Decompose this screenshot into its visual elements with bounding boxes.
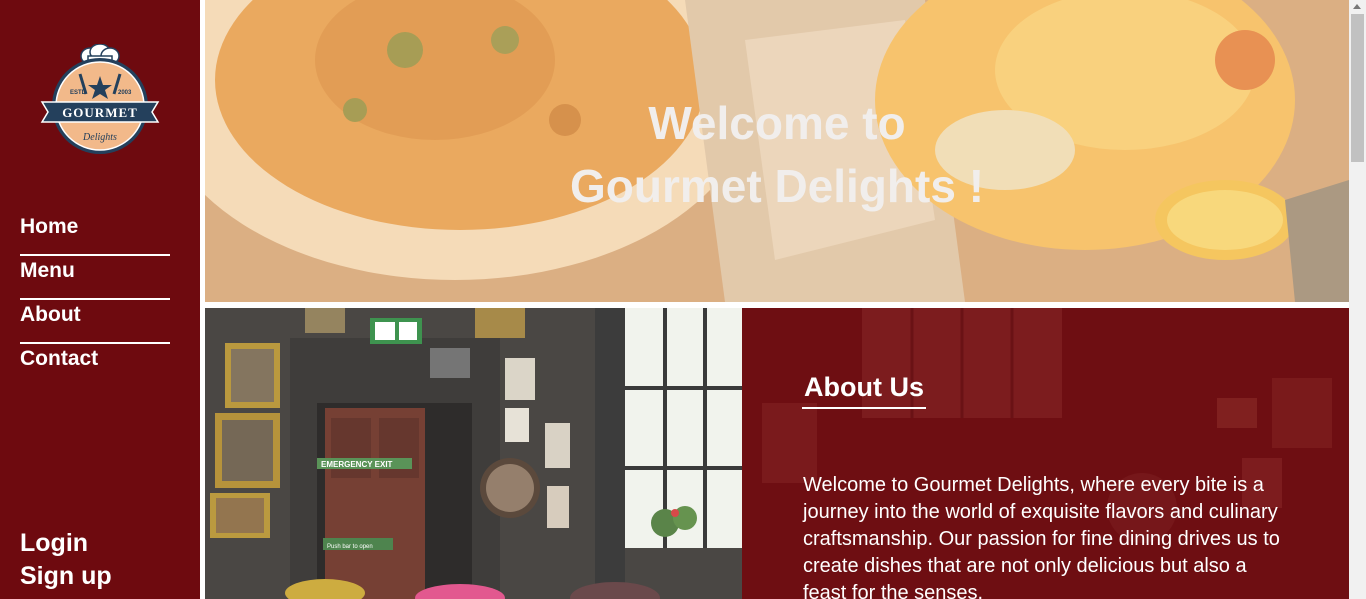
scroll-up-icon[interactable] [1353,4,1361,9]
nav-contact[interactable]: Contact [20,344,170,388]
hero-title-line1: Welcome to [648,97,906,149]
about-panel: About Us Welcome to Gourmet Delights, wh… [742,308,1349,599]
svg-text:Delights: Delights [82,132,117,143]
restaurant-interior-image: EMERGENCY EXIT Push bar to open [205,308,742,599]
about-section: EMERGENCY EXIT Push bar to open [205,308,1349,599]
svg-text:GOURMET: GOURMET [62,105,138,120]
nav-home[interactable]: Home [20,212,170,256]
auth-links: Login Sign up [20,528,112,594]
sidebar: ESTD 2003 GOURMET Delights Home Menu Abo… [0,0,200,599]
page-scrollbar[interactable] [1349,0,1366,599]
svg-text:2003: 2003 [118,90,132,96]
hero-title-line2: Gourmet Delights ! [569,160,985,212]
nav-about[interactable]: About [20,300,170,344]
about-heading: About Us [802,372,926,409]
about-text: Welcome to Gourmet Delights, where every… [803,474,1280,599]
gourmet-logo[interactable]: ESTD 2003 GOURMET Delights [40,44,160,154]
hero-title: Welcome to Gourmet Delights ! [205,92,1349,218]
main-nav: Home Menu About Contact [20,212,170,388]
svg-text:ESTD: ESTD [70,90,87,96]
nav-menu[interactable]: Menu [20,256,170,300]
signup-link[interactable]: Sign up [20,561,112,594]
scroll-thumb[interactable] [1351,14,1364,162]
hero-banner: Welcome to Gourmet Delights ! [205,0,1349,302]
main-content: Welcome to Gourmet Delights ! About Us W… [205,0,1349,599]
login-link[interactable]: Login [20,528,112,561]
